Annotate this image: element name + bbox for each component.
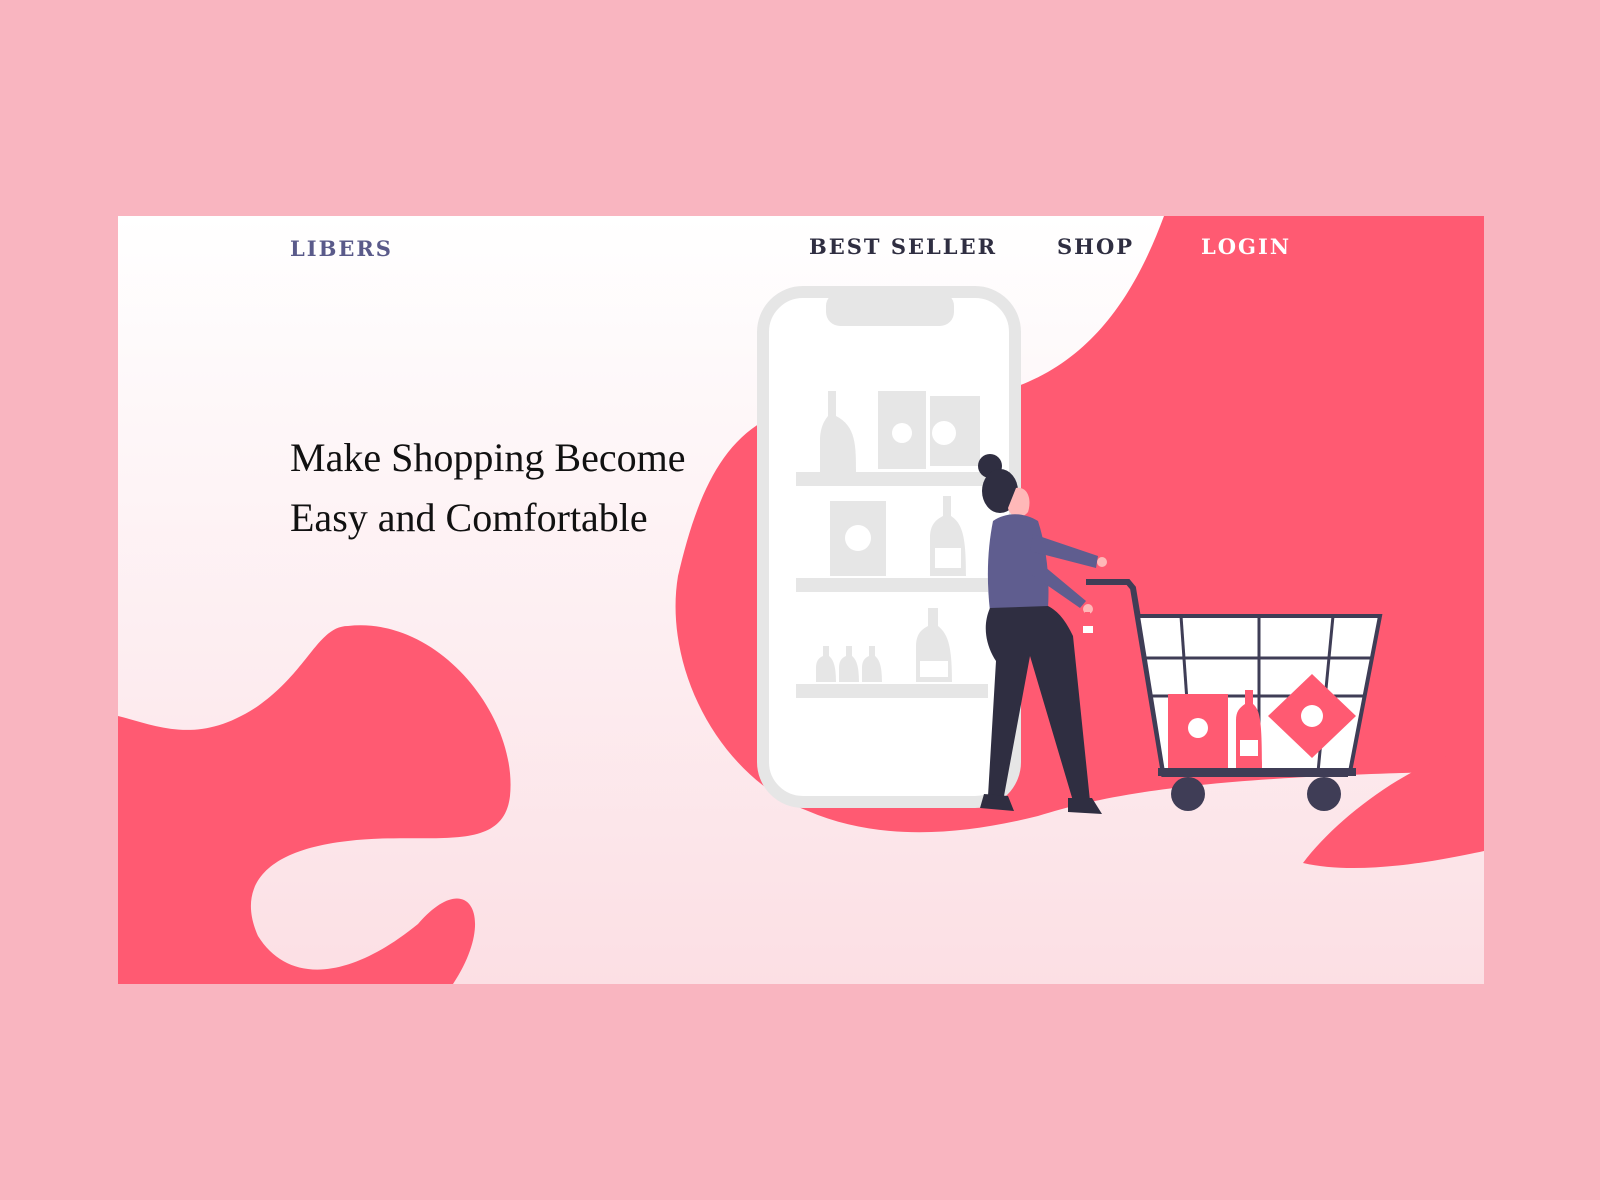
nav-login[interactable]: LOGIN xyxy=(1201,234,1291,259)
phone-icon xyxy=(757,286,1021,808)
hero-illustration xyxy=(118,216,1484,984)
brand-logo[interactable]: LIBERS xyxy=(290,236,393,261)
hero-title-line-1: Make Shopping Become xyxy=(290,435,686,480)
nav-best-seller[interactable]: BEST SELLER xyxy=(809,234,997,259)
bottom-left-blob xyxy=(118,625,511,984)
nav-shop[interactable]: SHOP xyxy=(1057,234,1134,259)
landing-page: LIBERS BEST SELLER SHOP LOGIN Make Shopp… xyxy=(118,216,1484,984)
hero-title-line-2: Easy and Comfortable xyxy=(290,495,648,540)
hero-headline: Make Shopping Become Easy and Comfortabl… xyxy=(290,428,720,548)
